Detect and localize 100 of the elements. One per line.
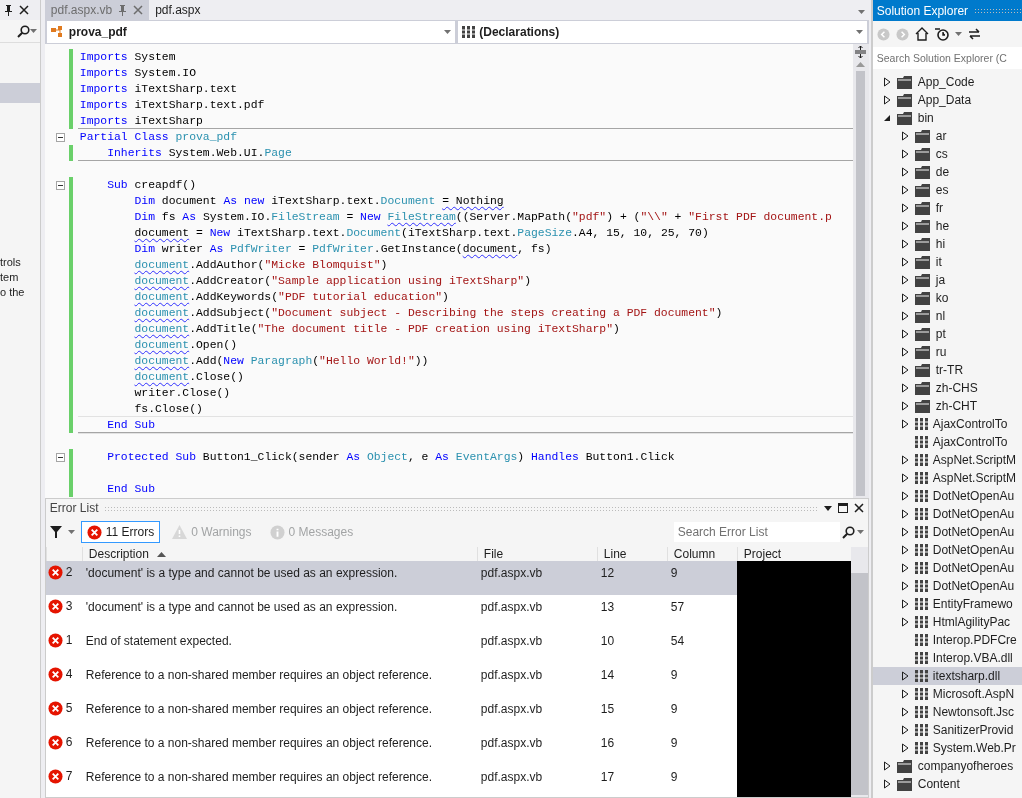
- code-line: Inherits System.Web.UI.Page: [77, 145, 853, 161]
- tree-item[interactable]: companyofheroes: [872, 757, 1022, 775]
- tree-item[interactable]: Content: [872, 775, 1022, 793]
- tree-item[interactable]: zh-CHS: [872, 379, 1022, 397]
- tree-item[interactable]: Microsoft.AspN: [872, 685, 1022, 703]
- search-field[interactable]: Search Solution Explorer (C: [872, 47, 1022, 69]
- tree-item[interactable]: ko: [872, 289, 1022, 307]
- caret-icon: [444, 30, 452, 34]
- search-field[interactable]: Search Error List: [673, 522, 840, 542]
- collapse-icon[interactable]: [55, 452, 65, 462]
- tree-item[interactable]: DotNetOpenAu: [872, 487, 1022, 505]
- error-row[interactable]: 4 Reference to a non-shared member requires an object reference. pdf.aspx.vb 14 9: [45, 663, 851, 697]
- tree-item[interactable]: de: [872, 163, 1022, 181]
- library-icon: [914, 688, 928, 700]
- tree-item[interactable]: bin: [872, 109, 1022, 127]
- code-line: Imports System.IO: [78, 66, 198, 81]
- code-line: Dim writer As PdfWriter = PdfWriter.GetInstance(document, fs): [133, 242, 553, 257]
- table-cell-text: 14: [599, 667, 616, 684]
- tree-item[interactable]: he: [872, 217, 1022, 235]
- tree-item[interactable]: cs: [872, 145, 1022, 163]
- tree-item[interactable]: App_Data: [872, 91, 1022, 109]
- error-row[interactable]: 2 'document' is a type and cannot be used as an expression. pdf.aspx.vb 12 9: [45, 561, 851, 595]
- code-line: End Sub: [106, 482, 156, 497]
- tree-item[interactable]: es: [872, 181, 1022, 199]
- folder-icon: [896, 777, 913, 791]
- tree-item[interactable]: ar: [872, 127, 1022, 145]
- table-cell-text: 54: [669, 633, 686, 650]
- error-row[interactable]: 6 Reference to a non-shared member requires an object reference. pdf.aspx.vb 16 9: [45, 731, 851, 765]
- class-dropdown[interactable]: prova_pdf: [46, 21, 456, 43]
- error-row[interactable]: 5 Reference to a non-shared member requires an object reference. pdf.aspx.vb 15 9: [45, 697, 851, 731]
- library-icon: [914, 580, 928, 592]
- tree-item[interactable]: ja: [872, 271, 1022, 289]
- table-cell-text: pdf.aspx.vb: [479, 599, 544, 616]
- search-icon[interactable]: [841, 525, 855, 539]
- member-dropdown[interactable]: (Declarations): [458, 21, 867, 43]
- close-icon[interactable]: [19, 5, 29, 15]
- tree-item[interactable]: pt: [872, 325, 1022, 343]
- tree-item[interactable]: DotNetOpenAu: [872, 505, 1022, 523]
- error-icon: [47, 598, 63, 614]
- code-line: document.AddSubject("Document subject - Describing the steps creating a PDF document"): [133, 306, 724, 321]
- tree-item[interactable]: nl: [872, 307, 1022, 325]
- tree-item[interactable]: Interop.VBA.dll: [872, 649, 1022, 667]
- code-line: Dim document As new iTextSharp.text.Document = Nothing: [133, 194, 505, 209]
- home-icon[interactable]: [914, 27, 929, 41]
- library-icon: [914, 508, 928, 520]
- code-line: Imports iTextSharp: [77, 113, 853, 129]
- error-row[interactable]: 7 Reference to a non-shared member requires an object reference. pdf.aspx.vb 17 9: [45, 765, 851, 797]
- pin-icon[interactable]: [4, 4, 13, 16]
- tree-item[interactable]: DotNetOpenAu: [872, 523, 1022, 541]
- search-icon[interactable]: [16, 24, 30, 38]
- tree-item[interactable]: zh-CHT: [872, 397, 1022, 415]
- tree-item[interactable]: DotNetOpenAu: [872, 559, 1022, 577]
- tree-item[interactable]: hi: [872, 235, 1022, 253]
- tree-item[interactable]: it: [872, 253, 1022, 271]
- scrollbar-thumb[interactable]: [856, 71, 866, 496]
- tree-item[interactable]: DotNetOpenAu: [872, 577, 1022, 595]
- tree-item[interactable]: ru: [872, 343, 1022, 361]
- tree-item[interactable]: AspNet.ScriptM: [872, 469, 1022, 487]
- library-icon: [914, 454, 928, 466]
- document-tab[interactable]: pdf.aspx: [149, 0, 207, 20]
- error-icon: [86, 524, 102, 540]
- table-cell-text: 15: [599, 701, 616, 718]
- library-icon: [914, 634, 928, 646]
- sync-icon[interactable]: [967, 28, 981, 40]
- splitter-icon[interactable]: [855, 46, 867, 58]
- dropdown-icon[interactable]: [823, 505, 832, 511]
- table-cell-text: 57: [669, 599, 686, 616]
- tree-item[interactable]: AjaxControlTo: [872, 433, 1022, 451]
- error-row[interactable]: 3 'document' is a type and cannot be used as an expression. pdf.aspx.vb 13 57: [45, 595, 851, 629]
- collapse-icon[interactable]: [55, 180, 65, 190]
- tree-item[interactable]: itextsharp.dll: [872, 667, 1022, 685]
- tree-item[interactable]: DotNetOpenAu: [872, 541, 1022, 559]
- error-row[interactable]: 1 End of statement expected. pdf.aspx.vb 10 54: [45, 629, 851, 663]
- tree-item[interactable]: SanitizerProvid: [872, 721, 1022, 739]
- tree-item[interactable]: fr: [872, 199, 1022, 217]
- collapse-arrow-icon[interactable]: [882, 113, 892, 123]
- table-cell-text: 17: [599, 769, 616, 786]
- history-icon[interactable]: [934, 27, 949, 41]
- tree-item[interactable]: Interop.PDFCre: [872, 631, 1022, 649]
- library-icon: [914, 526, 928, 538]
- folder-icon: [914, 381, 931, 395]
- folder-icon: [914, 219, 931, 233]
- error-number: 2: [65, 565, 73, 579]
- code-line: Imports iTextSharp.text: [78, 82, 239, 97]
- close-icon[interactable]: [853, 503, 864, 513]
- tree-item[interactable]: tr-TR: [872, 361, 1022, 379]
- library-icon: [914, 490, 928, 502]
- collapse-icon[interactable]: [55, 132, 65, 142]
- maximize-icon[interactable]: [837, 503, 848, 513]
- filter-icon[interactable]: [49, 526, 62, 538]
- tree-item[interactable]: System.Web.Pr: [872, 739, 1022, 757]
- tree-item[interactable]: AjaxControlTo: [872, 415, 1022, 433]
- table-cell-text: 12: [599, 565, 616, 582]
- tree-item[interactable]: AspNet.ScriptM: [872, 451, 1022, 469]
- tree-item[interactable]: Newtonsoft.Jsc: [872, 703, 1022, 721]
- tree-item[interactable]: App_Code: [872, 73, 1022, 91]
- code-line: document.AddKeywords("PDF tutorial education"): [133, 290, 450, 305]
- tree-item[interactable]: EntityFramewo: [872, 595, 1022, 613]
- filter-button[interactable]: 11 Errors: [80, 521, 161, 543]
- tree-item[interactable]: HtmlAgilityPac: [872, 613, 1022, 631]
